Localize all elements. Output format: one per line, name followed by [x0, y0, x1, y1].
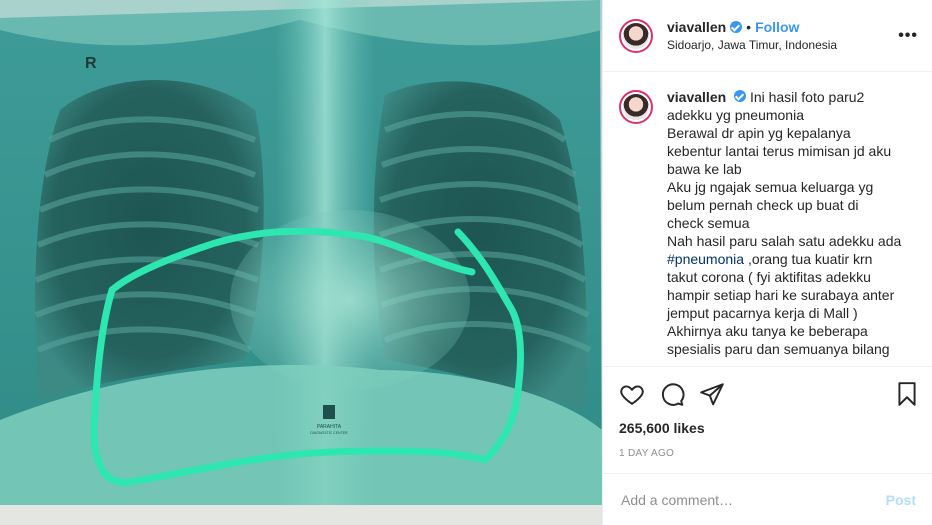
caption-line: takut corona ( fyi aktifitas adekku [667, 269, 871, 285]
ellipsis-icon[interactable]: ••• [898, 27, 918, 45]
location-link[interactable]: Sidoarjo, Jawa Timur, Indonesia [667, 38, 898, 52]
caption-avatar[interactable] [619, 90, 653, 124]
bookmark-icon[interactable] [894, 381, 920, 407]
caption-line: adekku yg pneumonia [667, 107, 804, 123]
share-icon[interactable] [699, 381, 725, 407]
caption-line: belum pernah check up buat di [667, 197, 859, 213]
likes-count[interactable]: 265,600 likes [619, 420, 705, 436]
action-bar [603, 366, 932, 427]
separator-dot: • [746, 19, 752, 35]
heart-icon[interactable] [619, 381, 645, 407]
verified-badge-icon [730, 21, 743, 33]
caption-line: bawa ke lab [667, 161, 742, 177]
chest-xray-image: R PARAHITA DIAGNOSTIC CENTER [0, 0, 602, 525]
caption-line: Nah hasil paru salah satu adekku ada [667, 233, 902, 249]
caption-line: Akhirnya aku tanya ke beberapa [667, 323, 868, 339]
caption-line: hampir setiap hari ke surabaya anter [667, 287, 895, 303]
post-image[interactable]: R PARAHITA DIAGNOSTIC CENTER [0, 0, 602, 525]
verified-badge-icon [734, 90, 747, 102]
caption-line: Ini hasil foto paru2 [749, 89, 865, 105]
caption-line: kebentur lantai terus mimisan jd aku [667, 143, 892, 159]
caption-username-link[interactable]: viavallen [667, 89, 726, 105]
caption-text: viavallen Ini hasil foto paru2 adekku yg… [667, 88, 901, 358]
caption-line: Aku jg ngajak semua keluarga yg [667, 179, 874, 195]
caption-line: ,orang tua kuatir krn [744, 251, 873, 267]
hashtag-link[interactable]: #pneumonia [667, 251, 744, 267]
svg-text:DIAGNOSTIC CENTER: DIAGNOSTIC CENTER [310, 431, 348, 435]
svg-text:PARAHITA: PARAHITA [317, 424, 342, 430]
caption-line: jemput pacarnya kerja di Mall ) [667, 305, 858, 321]
instagram-post: R PARAHITA DIAGNOSTIC CENTER viavallen •… [0, 0, 932, 525]
caption-block: viavallen Ini hasil foto paru2 adekku yg… [603, 72, 932, 366]
xray-side-marker: R [85, 55, 97, 72]
avatar[interactable] [619, 18, 653, 53]
caption-line: Berawal dr apin yg kepalanya [667, 125, 851, 141]
post-comment-button[interactable]: Post [886, 492, 916, 508]
comment-input[interactable] [619, 490, 886, 509]
comment-icon[interactable] [659, 381, 685, 407]
post-timestamp[interactable]: 1 DAY AGO [619, 448, 674, 459]
caption-line: spesialis paru dan semuanya bilang [667, 341, 890, 357]
comment-box: Post [603, 473, 932, 525]
post-sidebar: viavallen • Follow Sidoarjo, Jawa Timur,… [602, 0, 932, 525]
post-header: viavallen • Follow Sidoarjo, Jawa Timur,… [603, 0, 932, 72]
caption-line: check semua [667, 215, 750, 231]
username-link[interactable]: viavallen [667, 19, 726, 35]
follow-button[interactable]: Follow [755, 19, 799, 35]
